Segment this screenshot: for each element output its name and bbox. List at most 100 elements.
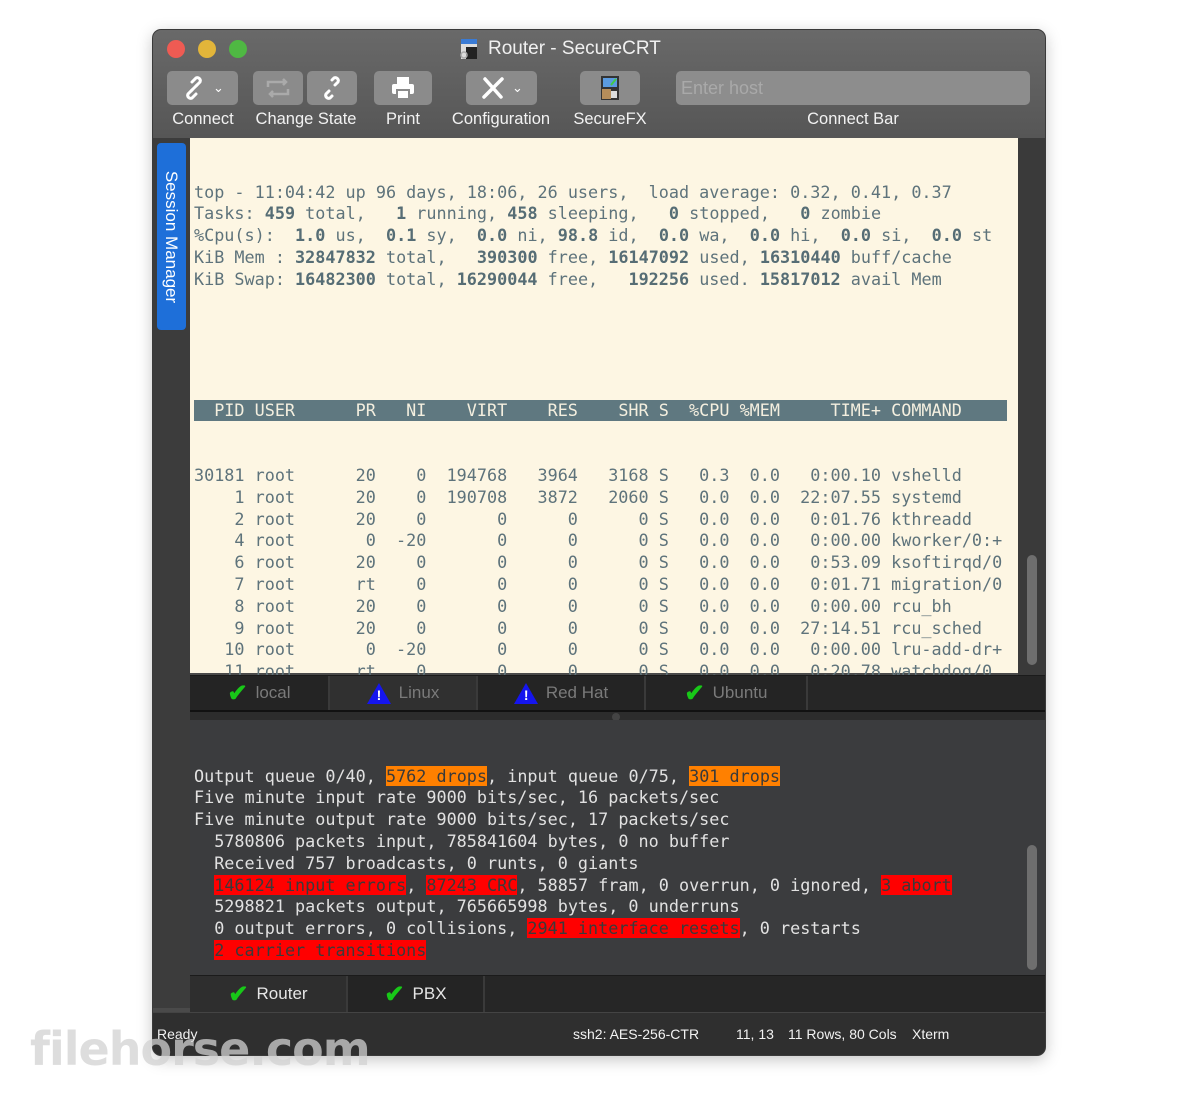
cell: root — [254, 530, 296, 551]
configuration-button[interactable]: ⌄ — [466, 71, 537, 105]
cell: 0 — [567, 639, 578, 660]
connect-button[interactable]: ⌄ — [167, 71, 238, 105]
cell: 0 — [416, 573, 427, 594]
summary-value: 16147092 — [608, 246, 690, 267]
output-line: Five minute input rate 9000 bits/sec, 16… — [194, 787, 1018, 809]
cell: 0 — [567, 508, 578, 529]
cell: 0.0 — [749, 486, 780, 507]
securefx-label: SecureFX — [573, 110, 647, 128]
securefx-icon — [601, 76, 619, 100]
print-button[interactable] — [374, 71, 432, 105]
scroll-thumb[interactable] — [1027, 845, 1037, 970]
summary-text: sy, — [416, 225, 477, 246]
connect-label: Connect — [172, 110, 234, 128]
bottom-terminal[interactable]: Output queue 0/40, 5762 drops, input que… — [190, 720, 1018, 1048]
top-scrollbar[interactable] — [1018, 138, 1045, 675]
cell: systemd — [891, 486, 962, 507]
tab-linux[interactable]: ! Linux — [330, 676, 478, 710]
tab-label: Router — [256, 984, 308, 1003]
summary-text: total, — [375, 246, 477, 267]
cell: 0 — [416, 617, 427, 638]
cell: 0.0 — [699, 595, 730, 616]
cell: vshelld — [891, 464, 962, 485]
cell: 0 — [638, 639, 649, 660]
summary-text: used. — [689, 268, 760, 289]
cell: 3964 — [537, 464, 578, 485]
check-icon: ✔ — [228, 980, 249, 1008]
cell: 0.0 — [699, 508, 730, 529]
summary-value: 1 — [396, 203, 407, 224]
zoom-button[interactable] — [229, 40, 247, 58]
reconnect-button[interactable] — [307, 71, 357, 105]
cell: -20 — [396, 639, 427, 660]
cell: 0 — [638, 573, 649, 594]
process-table-header: PID USER PR NI VIRT RES SHR S %CPU %MEM … — [194, 399, 1007, 422]
table-row: 30181 root 20 0 194768 3964 3168 S 0.3 0… — [194, 465, 1018, 487]
close-button[interactable] — [167, 40, 185, 58]
top-terminal[interactable]: top - 11:04:42 up 96 days, 18:06, 26 use… — [190, 138, 1018, 834]
column-header: %MEM — [739, 399, 780, 420]
host-input[interactable] — [676, 71, 1030, 105]
summary-line: KiB Mem : 32847832 total, 390300 free, 1… — [194, 247, 1018, 269]
warning-icon: ! — [366, 682, 391, 704]
output-text: Output queue 0/40, — [194, 765, 386, 786]
securefx-button[interactable] — [580, 71, 640, 105]
summary-value: 16482300 — [295, 268, 376, 289]
cell: migration/0 — [891, 573, 1003, 594]
cell: root — [254, 508, 296, 529]
cell: lru-add-dr+ — [891, 639, 1003, 660]
change-state-button[interactable] — [253, 71, 303, 105]
cell: 0 — [567, 617, 578, 638]
cell: 0.0 — [749, 639, 780, 660]
session-manager-tab[interactable]: Session Manager — [157, 143, 186, 330]
minimize-button[interactable] — [198, 40, 216, 58]
cell: 0.0 — [749, 530, 780, 551]
tab-pbx[interactable]: ✔ PBX — [348, 976, 485, 1012]
window-title-text: Router - SecureCRT — [488, 38, 661, 59]
sidebar: Session Manager — [153, 138, 190, 1008]
table-row: 9 root 20 0 0 0 0 S 0.0 0.0 27:14.51 rcu… — [194, 618, 1018, 640]
cell: 2060 — [608, 486, 649, 507]
table-row: 2 root 20 0 0 0 0 S 0.0 0.0 0:01.76 kthr… — [194, 509, 1018, 531]
cell: S — [658, 639, 669, 660]
cell: 1 — [234, 486, 245, 507]
summary-text: st — [961, 225, 993, 246]
cell: 0 — [365, 639, 376, 660]
cell: kthreadd — [891, 508, 972, 529]
title-toolbar: Router - SecureCRT ⌄ ⌄ Connect Change St… — [153, 30, 1045, 138]
column-header: SHR — [618, 399, 649, 420]
top-summary: top - 11:04:42 up 96 days, 18:06, 26 use… — [194, 182, 1018, 291]
tab-ubuntu[interactable]: ✔ Ubuntu — [646, 676, 808, 710]
securecrt-window: Router - SecureCRT ⌄ ⌄ Connect Change St… — [153, 30, 1045, 1055]
highlighted-text: 2 carrier transitions — [214, 939, 427, 960]
cell: 0:00.00 — [810, 595, 881, 616]
securecrt-app-icon — [460, 39, 477, 59]
pane-splitter[interactable] — [190, 710, 1045, 721]
column-header: PR — [355, 399, 376, 420]
cell: 9 — [234, 617, 245, 638]
output-text: 5298821 packets output, 765665998 bytes,… — [194, 896, 740, 917]
change-state-label: Change State — [255, 110, 357, 128]
cell: 20 — [355, 508, 376, 529]
output-line: 2 carrier transitions — [194, 939, 1018, 962]
tab-local[interactable]: ✔ local — [190, 676, 330, 710]
cell: 20 — [355, 464, 376, 485]
output-text: Received 757 broadcasts, 0 runts, 0 gian… — [194, 852, 639, 873]
cell: 0:53.09 — [810, 552, 881, 573]
tab-router[interactable]: ✔ Router — [190, 976, 348, 1012]
scroll-thumb[interactable] — [1027, 555, 1037, 665]
cell: root — [254, 464, 296, 485]
cell: 20 — [355, 595, 376, 616]
bottom-scrollbar[interactable] — [1018, 720, 1045, 975]
summary-text: zombie — [810, 203, 882, 224]
column-header: RES — [547, 399, 578, 420]
cell: 0.0 — [699, 573, 730, 594]
tab-red-hat[interactable]: ! Red Hat — [478, 676, 646, 710]
table-row: 6 root 20 0 0 0 0 S 0.0 0.0 0:53.09 ksof… — [194, 552, 1018, 574]
link-icon — [186, 76, 202, 100]
cell: 190708 — [446, 486, 508, 507]
chevron-down-icon: ⌄ — [512, 80, 523, 95]
column-header: %CPU — [689, 399, 730, 420]
